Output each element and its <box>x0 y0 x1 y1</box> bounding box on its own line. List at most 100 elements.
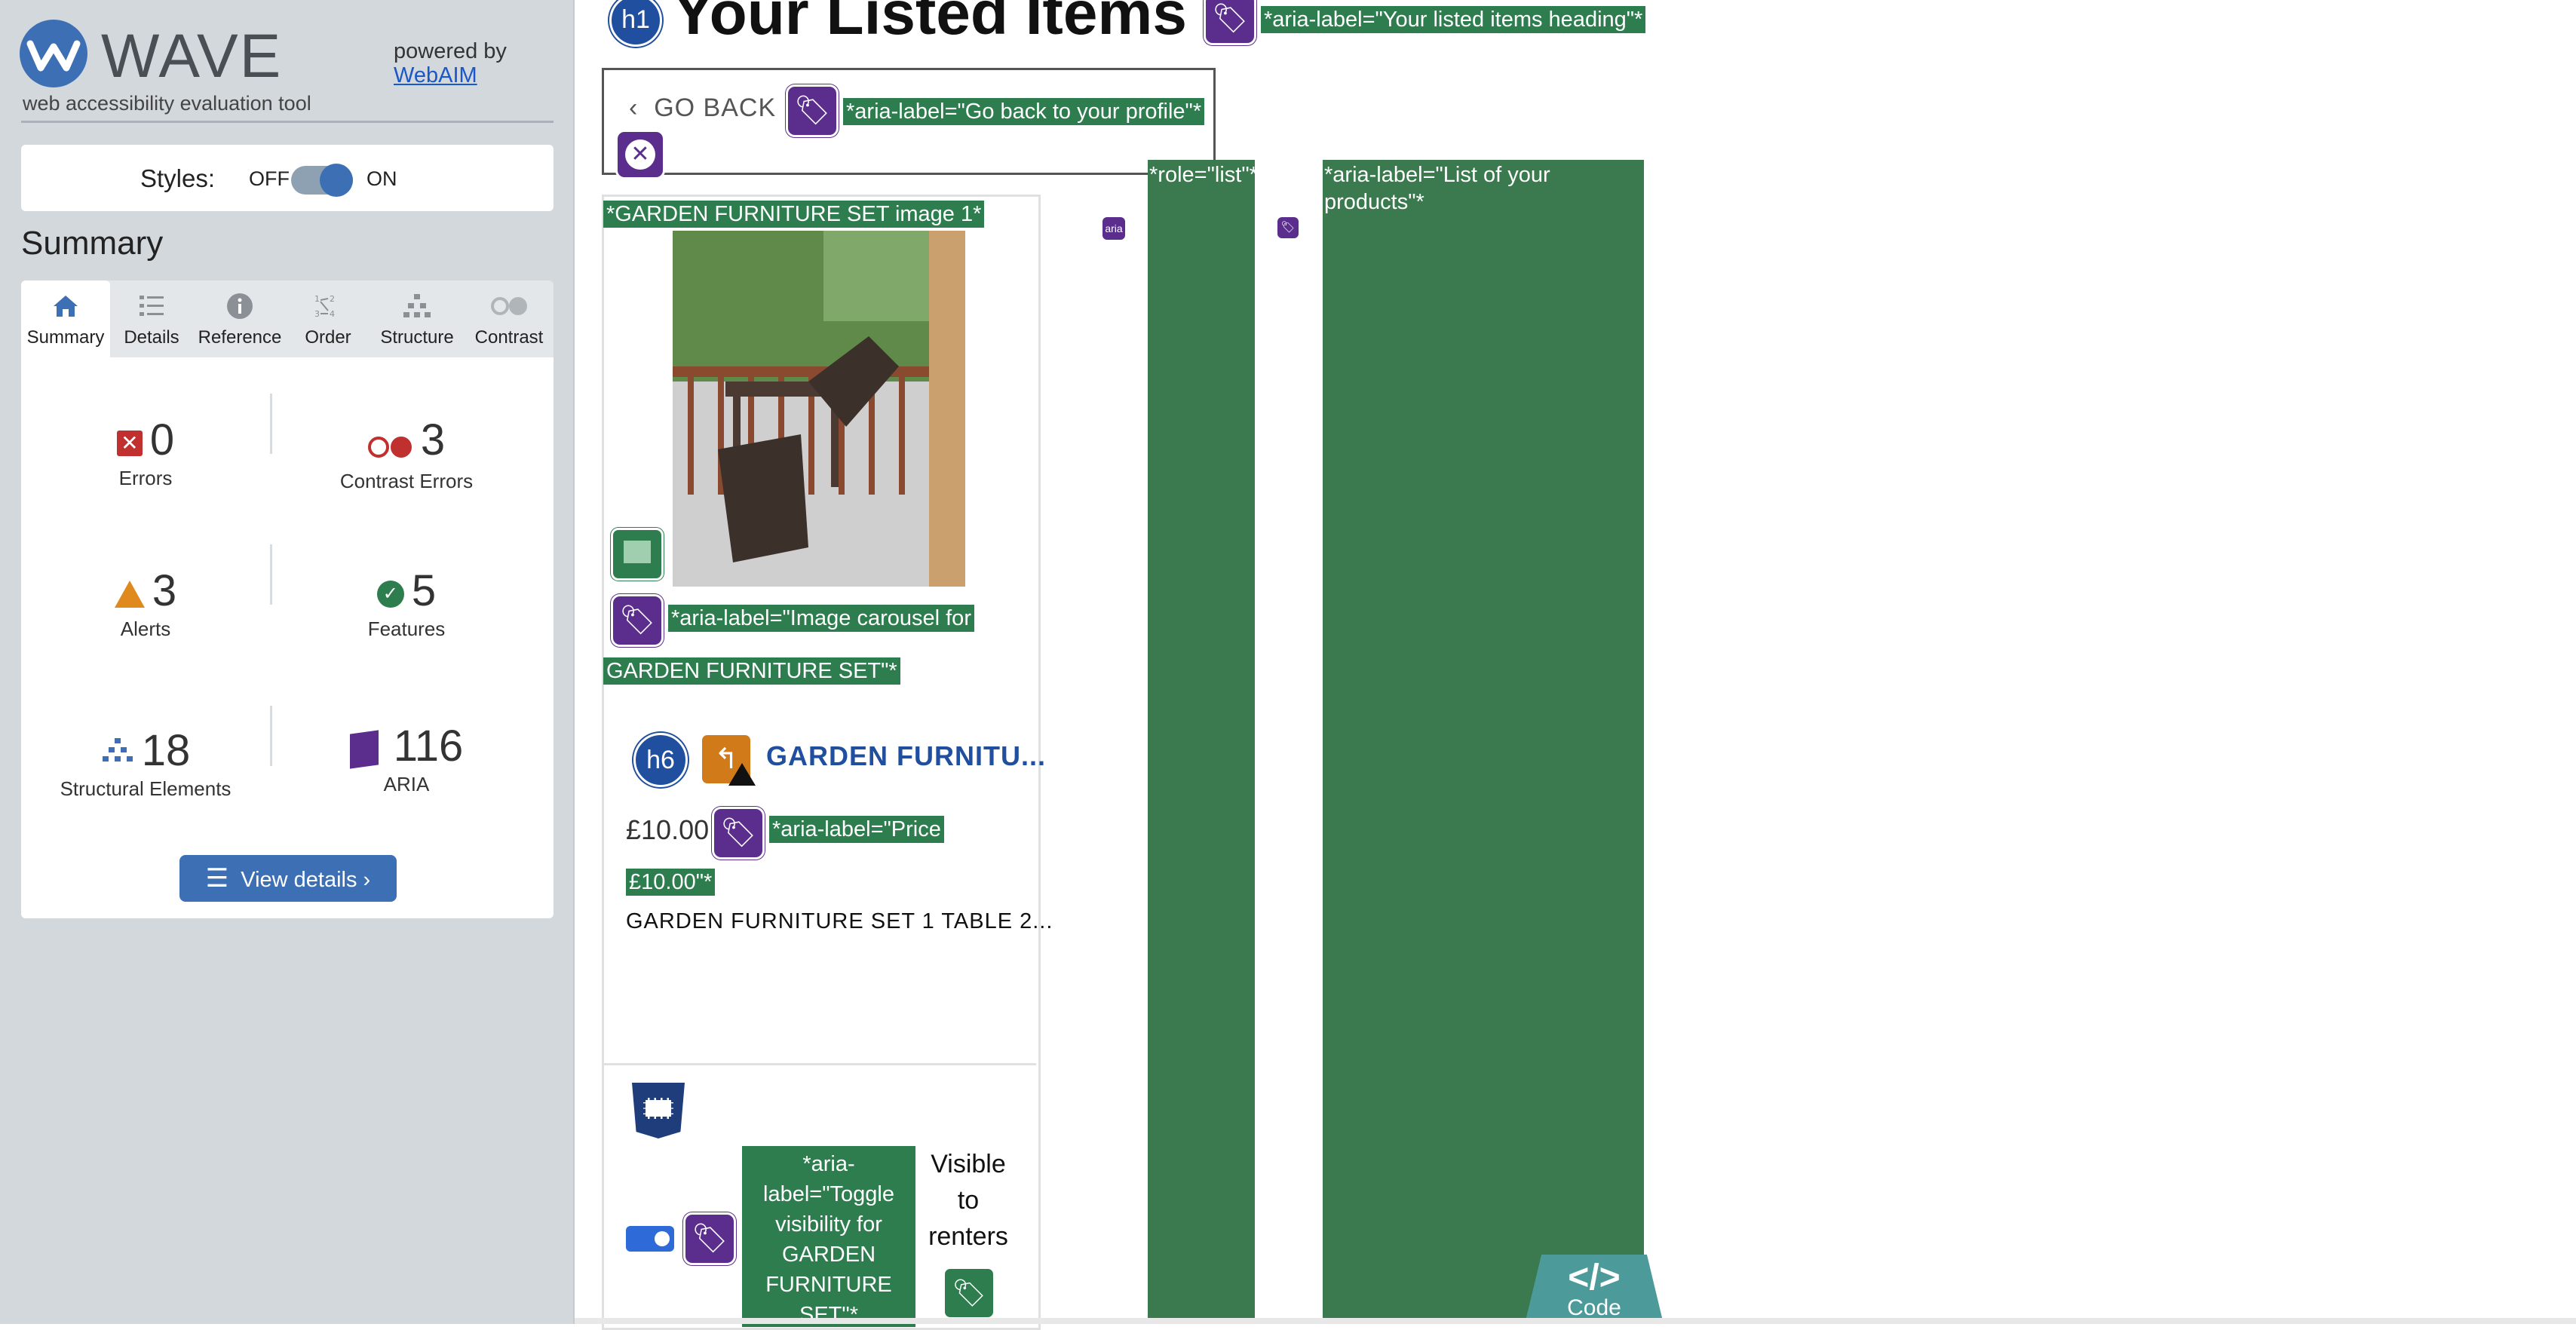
stat-aria[interactable]: 116 ARIA <box>282 721 531 796</box>
tab-label: Structure <box>380 327 454 348</box>
carousel-aria-label: *aria-label="Image carousel for <box>668 605 974 632</box>
styles-toggle[interactable] <box>291 164 353 197</box>
list-icon: ☰ <box>205 864 229 893</box>
summary-title: Summary <box>21 225 164 262</box>
stat-errors[interactable]: ✕ 0 Errors <box>21 415 270 490</box>
image-alt-label: *GARDEN FURNITURE SET image 1* <box>603 201 985 228</box>
sidebar-tabs: Summary Details Reference 1234 Order Str… <box>21 280 554 357</box>
code-toggle-button[interactable]: </> Code <box>1525 1255 1664 1324</box>
tab-contrast[interactable]: Contrast <box>465 280 554 357</box>
contrast-error-icon <box>367 418 413 468</box>
home-icon <box>21 291 110 323</box>
contrast-icon <box>465 291 554 323</box>
feature-check-icon: ✓ <box>376 580 404 608</box>
styles-toggle-panel: Styles: OFF ON <box>21 145 554 211</box>
code-icon: </> <box>1568 1258 1621 1298</box>
card-divider <box>602 1063 1036 1065</box>
contrast-errors-label: Contrast Errors <box>339 470 474 493</box>
stats-divider <box>270 544 272 605</box>
stats-divider <box>270 394 272 454</box>
product-title-link[interactable]: GARDEN FURNITU... <box>766 740 1046 772</box>
go-back-label: GO BACK <box>654 93 777 122</box>
aria-tag-icon: 🏷 <box>683 1212 736 1265</box>
wave-logo-text: WAVE <box>101 22 283 90</box>
tab-label: Order <box>305 327 351 348</box>
info-icon <box>193 291 287 323</box>
visibility-switch[interactable] <box>626 1226 674 1252</box>
h1-heading-badge: h1 <box>609 0 662 47</box>
aria-tag-icon: 🏷 <box>712 807 765 860</box>
svg-text:2: 2 <box>330 294 335 304</box>
errors-count: 0 <box>149 415 175 464</box>
aria-cube-icon <box>349 730 379 769</box>
webaim-link[interactable]: WebAIM <box>394 63 507 87</box>
product-list-region: *aria-label="List of your products"* <box>1323 160 1644 1324</box>
tab-label: Details <box>124 327 179 348</box>
aria-tag-icon: 🏷 <box>1204 0 1256 45</box>
go-back-button[interactable]: ‹ GO BACK <box>629 93 776 123</box>
view-details-button[interactable]: ☰ View details › <box>179 855 397 902</box>
tab-label: Summary <box>26 327 105 348</box>
stat-alerts[interactable]: 3 Alerts <box>21 565 270 641</box>
toggle-aria-label: *aria-label="Toggle visibility for GARDE… <box>742 1146 915 1327</box>
page-title: Your Listed Items <box>673 0 1187 48</box>
price-aria-label-cont: £10.00"* <box>626 869 716 896</box>
tab-order[interactable]: 1234 Order <box>287 280 370 357</box>
stat-structural[interactable]: 18 Structural Elements <box>21 725 270 801</box>
view-details-label: View details › <box>241 868 371 892</box>
aria-count: 116 <box>393 722 464 771</box>
role-list-region: *role="list"* <box>1148 160 1258 1324</box>
tab-label: Contrast <box>474 327 544 348</box>
list-icon <box>110 291 193 323</box>
powered-by-text: powered by <box>394 39 507 63</box>
svg-text:3: 3 <box>314 309 320 319</box>
aria-tag-icon: 🏷 <box>1277 217 1299 238</box>
visible-to-renters-label: Visible to renters <box>928 1150 1008 1251</box>
stat-contrast-errors[interactable]: 3 Contrast Errors <box>282 415 531 493</box>
summary-panel: ✕ 0 Errors 3 Contrast Errors 3 Alerts ✓ 5 … <box>21 357 554 918</box>
tab-summary[interactable]: Summary <box>21 280 110 357</box>
aria-small-icon: aria <box>1102 217 1125 240</box>
alert-icon <box>114 580 145 608</box>
tab-label: Reference <box>198 327 282 348</box>
stat-features[interactable]: ✓ 5 Features <box>282 565 531 641</box>
svg-text:1: 1 <box>314 294 320 304</box>
bottom-edge <box>575 1318 2576 1324</box>
product-description: GARDEN FURNITURE SET 1 TABLE 2... <box>626 909 1053 933</box>
product-list-aria-label: *aria-label="List of your products"* <box>1324 163 1550 214</box>
role-list-label: *role="list"* <box>1149 163 1258 187</box>
styles-on-label: ON <box>366 167 397 190</box>
powered-by: powered by WebAIM <box>394 39 507 87</box>
features-label: Features <box>367 618 446 640</box>
aria-tag-icon: 🏷 <box>611 594 664 647</box>
wave-logo-subtitle: web accessibility evaluation tool <box>23 92 311 115</box>
product-image[interactable] <box>673 231 965 587</box>
styles-label: Styles: <box>140 164 216 192</box>
html5-icon <box>632 1083 685 1138</box>
warning-icon <box>728 763 756 786</box>
styles-off-label: OFF <box>249 167 290 190</box>
price-aria-label: *aria-label="Price <box>769 816 944 843</box>
h6-heading-badge: h6 <box>633 733 688 787</box>
structure-icon <box>101 735 134 773</box>
alerts-count: 3 <box>152 566 177 615</box>
chevron-left-icon: ‹ <box>629 93 655 122</box>
stats-divider <box>270 706 272 766</box>
structural-count: 18 <box>141 726 191 775</box>
carousel-aria-label-cont: GARDEN FURNITURE SET"* <box>603 657 900 685</box>
features-count: 5 <box>411 566 437 615</box>
svg-text:4: 4 <box>330 309 335 319</box>
close-icon[interactable]: ✕ <box>615 130 665 179</box>
tab-details[interactable]: Details <box>110 280 193 357</box>
alerts-label: Alerts <box>120 618 171 640</box>
toggle-knob <box>320 164 353 197</box>
aria-tag-icon: 🏷 <box>786 84 839 137</box>
order-icon: 1234 <box>287 291 370 323</box>
tab-structure[interactable]: Structure <box>370 280 465 357</box>
tab-reference[interactable]: Reference <box>193 280 287 357</box>
heading-aria-label: *aria-label="Your listed items heading"* <box>1261 6 1646 33</box>
wave-logo-icon <box>20 20 87 87</box>
image-icon <box>611 528 664 581</box>
sidebar-divider <box>21 121 554 123</box>
aria-label: ARIA <box>383 773 430 795</box>
